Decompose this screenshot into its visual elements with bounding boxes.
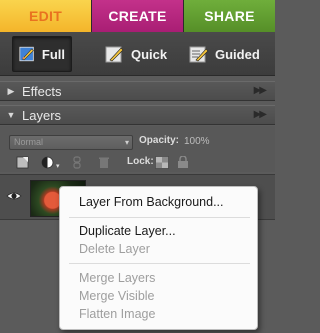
effects-panel-title: Effects — [22, 83, 62, 99]
quick-edit-icon — [105, 46, 124, 63]
effects-panel-header[interactable]: ▶ Effects ▶▶ — [0, 81, 275, 101]
adjustment-layer-icon[interactable] — [41, 156, 55, 169]
guided-edit-icon — [189, 46, 209, 63]
menu-item-duplicate-layer[interactable]: Duplicate Layer... — [79, 224, 176, 238]
menu-separator — [69, 217, 250, 218]
guided-edit-button[interactable]: Guided — [183, 36, 266, 72]
menu-item-layer-from-background[interactable]: Layer From Background... — [79, 195, 224, 209]
dropdown-arrows-icon: ▾ — [124, 138, 129, 147]
tab-share[interactable]: SHARE — [184, 0, 275, 32]
collapsed-triangle-icon: ▶ — [7, 85, 15, 96]
full-edit-button[interactable]: Full — [12, 36, 72, 72]
tab-edit[interactable]: EDIT — [0, 0, 92, 32]
mode-tabs: EDIT CREATE SHARE — [0, 0, 275, 32]
menu-item-flatten-image: Flatten Image — [79, 307, 156, 321]
quick-edit-label: Quick — [131, 46, 168, 62]
tab-create[interactable]: CREATE — [92, 0, 184, 32]
quick-edit-button[interactable]: Quick — [99, 36, 173, 72]
menu-item-merge-visible: Merge Visible — [79, 289, 155, 303]
panel-menu-icon[interactable]: ▶▶ — [254, 109, 267, 120]
delete-layer-icon[interactable] — [97, 156, 111, 169]
menu-separator — [69, 263, 250, 264]
panel-menu-icon[interactable]: ▶▶ — [254, 85, 267, 96]
new-layer-icon[interactable] — [16, 156, 30, 169]
layers-panel-header[interactable]: ▼ Layers ▶▶ — [0, 105, 275, 125]
edit-mode-bar: Full Quick Guided — [0, 32, 275, 76]
full-edit-label: Full — [41, 46, 65, 62]
menu-item-delete-layer: Delete Layer — [79, 242, 150, 256]
expanded-triangle-icon: ▼ — [6, 110, 16, 120]
blend-mode-select[interactable]: Normal ▾ — [9, 135, 133, 150]
adjustment-dropdown-icon[interactable]: ▾ — [56, 162, 60, 170]
lock-transparency-icon[interactable] — [155, 156, 169, 169]
opacity-label: Opacity: — [139, 135, 180, 146]
opacity-field[interactable]: 100% — [184, 136, 210, 147]
layer-context-menu: Layer From Background... Duplicate Layer… — [59, 186, 258, 330]
lock-all-icon[interactable] — [176, 156, 190, 169]
layers-panel-title: Layers — [22, 107, 62, 123]
layers-toolbar: Normal ▾ Opacity: 100% ▾ Lock: — [0, 126, 275, 172]
full-edit-icon — [19, 46, 34, 62]
eye-visibility-icon[interactable] — [6, 189, 22, 203]
blend-mode-value: Normal — [14, 137, 44, 147]
link-icon[interactable] — [70, 156, 84, 169]
lock-label: Lock: — [127, 156, 154, 167]
guided-edit-label: Guided — [215, 46, 260, 62]
menu-item-merge-layers: Merge Layers — [79, 271, 156, 285]
